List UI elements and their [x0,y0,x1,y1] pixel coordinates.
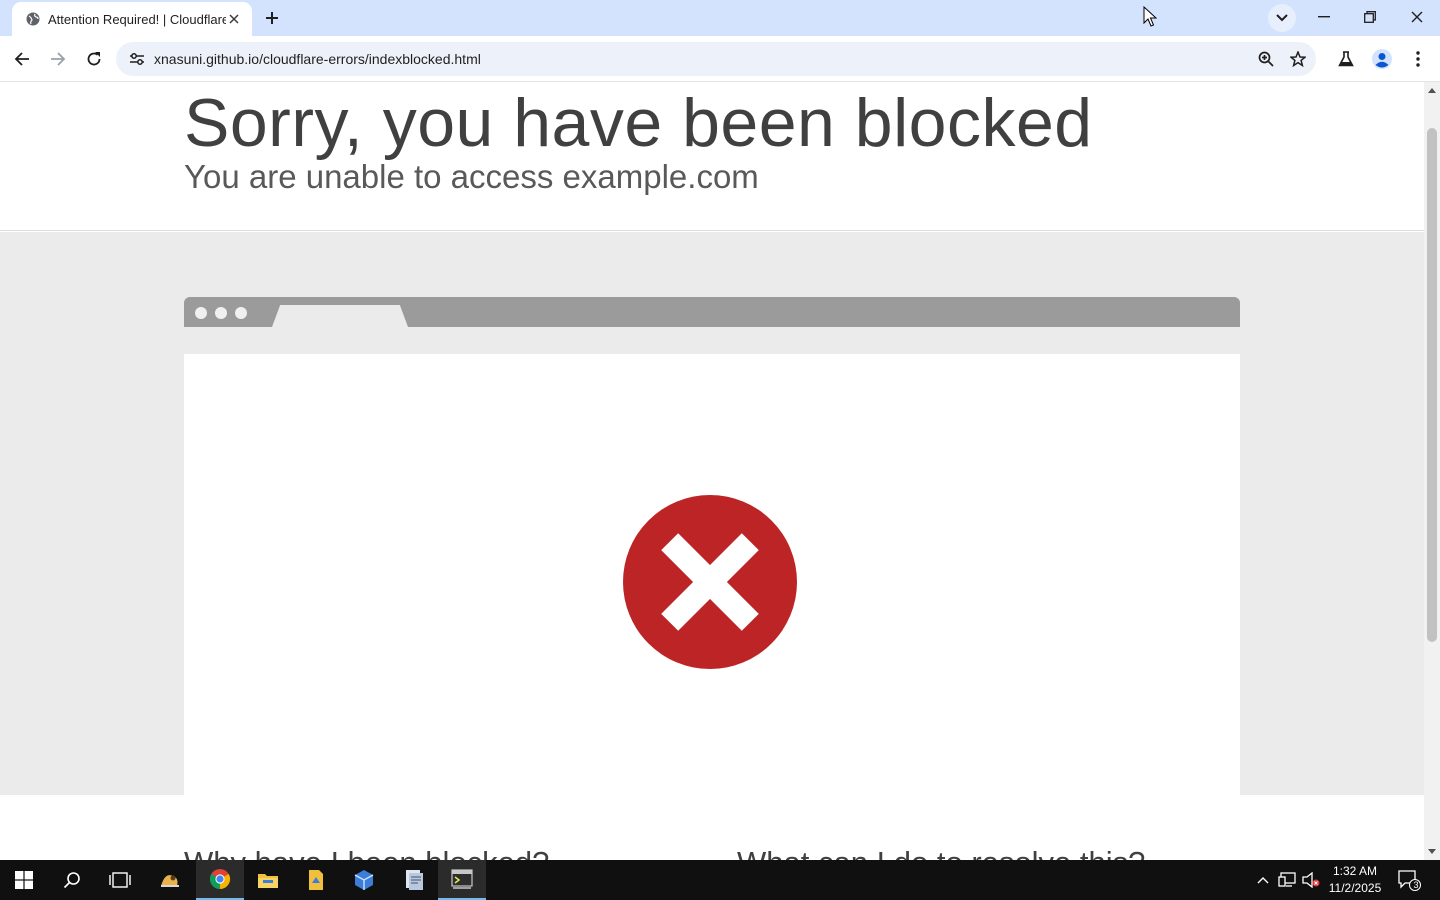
files-icon[interactable] [292,860,340,900]
error-x-icon [623,495,797,669]
tab-search-button[interactable] [1268,4,1296,32]
resolve-heading: What can I do to resolve this? [737,845,1145,860]
windows-taskbar: 1:32 AM 11/2/2025 3 [0,860,1440,900]
mouse-cursor-icon [1143,6,1157,27]
scrollbar-thumb[interactable] [1427,128,1437,642]
mock-window-dot [215,307,227,319]
search-icon[interactable] [48,860,96,900]
notification-center-icon[interactable]: 3 [1394,860,1424,900]
bookmark-star-icon[interactable] [1284,45,1312,73]
app-icon[interactable] [146,860,194,900]
zoom-icon[interactable] [1252,45,1280,73]
page-viewport: Sorry, you have been blocked You are una… [0,82,1424,860]
new-tab-button[interactable] [262,8,282,28]
back-button[interactable] [8,45,36,73]
mock-browser-bar [184,297,1240,327]
page-scrollbar[interactable] [1424,82,1440,860]
forward-button[interactable] [44,45,72,73]
labs-flask-icon[interactable] [1332,45,1360,73]
start-icon[interactable] [0,860,48,900]
why-blocked-heading: Why have I been blocked? [184,845,549,860]
close-window-button[interactable] [1394,0,1440,34]
scroll-up-arrow-icon[interactable] [1424,82,1440,98]
task-view-icon[interactable] [96,860,144,900]
network-icon[interactable] [1276,860,1298,900]
mock-window-dot [195,307,207,319]
volume-muted-icon[interactable] [1300,860,1322,900]
address-bar[interactable]: xnasuni.github.io/cloudflare-errors/inde… [116,42,1316,76]
scroll-down-arrow-icon[interactable] [1424,844,1440,860]
globe-icon [26,12,40,26]
document-app-icon[interactable] [390,860,438,900]
chrome-icon[interactable] [196,860,244,900]
file-explorer-icon[interactable] [244,860,292,900]
minimize-button[interactable] [1301,0,1347,34]
close-tab-icon[interactable] [226,11,242,27]
restore-button[interactable] [1347,0,1393,34]
browser-menu-icon[interactable] [1404,45,1432,73]
clock-date: 11/2/2025 [1328,881,1382,895]
mock-browser-tab [272,305,408,327]
clock-time: 1:32 AM [1332,864,1378,878]
page-subtitle: You are unable to access example.com [184,158,759,195]
profile-avatar-icon[interactable] [1368,45,1396,73]
explanation-section: Why have I been blocked? What can I do t… [0,795,1424,860]
terminal-icon[interactable] [438,860,486,900]
mock-window-dot [235,307,247,319]
page-header: Sorry, you have been blocked You are una… [0,82,1424,231]
tab-title: Attention Required! | Cloudflare [48,11,226,27]
virtualbox-icon[interactable] [340,860,388,900]
taskbar-clock[interactable]: 1:32 AM 11/2/2025 [1322,863,1388,897]
tab-strip: Attention Required! | Cloudflare [0,0,1440,36]
url-text[interactable]: xnasuni.github.io/cloudflare-errors/inde… [154,51,1252,67]
page-title: Sorry, you have been blocked [184,85,1093,161]
site-info-icon[interactable] [126,48,148,70]
browser-toolbar: xnasuni.github.io/cloudflare-errors/inde… [0,36,1440,82]
browser-tab[interactable]: Attention Required! | Cloudflare [12,2,252,36]
reload-button[interactable] [80,45,108,73]
notification-count-badge: 3 [1413,880,1419,890]
tray-overflow-chevron-icon[interactable] [1252,860,1274,900]
